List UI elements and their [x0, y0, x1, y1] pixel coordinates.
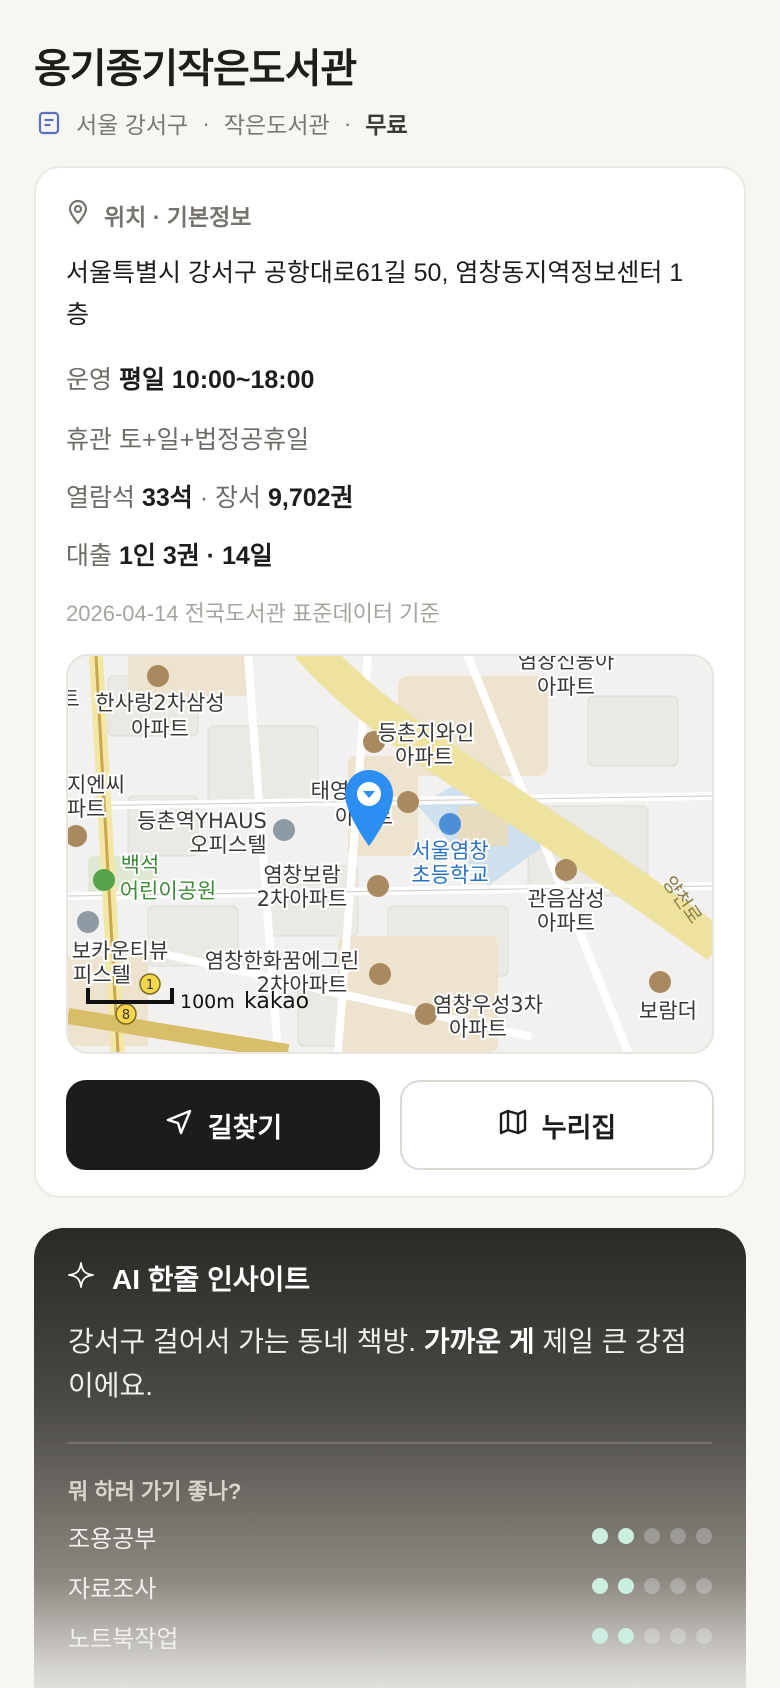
sparkle-icon — [68, 1261, 94, 1295]
map-label: 등촌지와인 — [378, 721, 475, 745]
rating-dot — [592, 1528, 608, 1544]
hours-value: 평일 10:00~18:00 — [118, 366, 315, 394]
map-label: 염창우성3차 — [433, 993, 543, 1017]
map-label: 보카운티뷰 — [72, 939, 169, 963]
map-label: 관음삼성 — [527, 887, 604, 911]
activity-row: 조용공부 — [68, 1518, 712, 1554]
rating-dot — [696, 1628, 712, 1644]
directions-button[interactable]: 길찾기 — [66, 1080, 380, 1170]
closed-label: 휴관 — [66, 426, 113, 454]
map-label: 지엔씨 — [68, 773, 125, 797]
activity-label: 자료조사 — [68, 1575, 157, 1603]
navigation-arrow-icon — [164, 1107, 194, 1144]
map-school-label: 초등학교 — [411, 863, 488, 887]
closed-value: 토+일+법정공휴일 — [118, 426, 310, 454]
map-label: 염창한화꿈에그린 — [205, 949, 360, 973]
map-park-label: 백석 — [121, 853, 160, 877]
website-button[interactable]: 누리집 — [400, 1080, 714, 1170]
activity-rating — [592, 1528, 712, 1544]
info-card: 위치 · 기본정보 서울특별시 강서구 공항대로61길 50, 염창동지역정보센… — [34, 166, 746, 1198]
books-label: 장서 — [215, 484, 262, 512]
loan-row: 대출 1인 3권 · 14일 — [66, 536, 273, 572]
ai-insight-card: AI 한줄 인사이트 강서구 걸어서 가는 동네 책방. 가까운 게 제일 큰 … — [34, 1228, 746, 1688]
map-label: 오피스텔 — [189, 833, 266, 857]
location-map[interactable]: 한사랑2차삼성 아파트 등촌지와인 아파트 염창신동아 아파트 지엔씨 파트 등… — [66, 654, 714, 1054]
map-label: 염창보람 — [263, 863, 340, 887]
location-pin-icon — [66, 199, 90, 231]
directions-label: 길찾기 — [207, 1112, 283, 1143]
address-text: 서울특별시 강서구 공항대로61길 50, 염창동지역정보센터 1층 — [66, 259, 684, 329]
rating-dot — [696, 1578, 712, 1594]
seats-value: 33석 — [141, 484, 193, 512]
activity-label: 조용공부 — [68, 1525, 157, 1553]
map-label: 2차아파트 — [257, 887, 348, 911]
activity-rating — [592, 1628, 712, 1644]
map-label: 아파트 — [449, 1017, 507, 1041]
map-label: 등촌역YHAUS — [137, 809, 267, 833]
rating-dot — [618, 1528, 634, 1544]
ai-text-part: 강서구 걸어서 가는 동네 책방. — [68, 1326, 417, 1357]
map-label: 아파트 — [537, 911, 595, 935]
loan-value: 1인 3권 · 14일 — [118, 542, 273, 570]
map-school-label: 서울염창 — [411, 839, 488, 863]
map-scale: 100m — [180, 991, 235, 1013]
map-label: 한사랑2차삼성 — [95, 691, 224, 715]
ai-text-highlight: 가까운 게 — [423, 1326, 535, 1357]
rating-dot — [644, 1528, 660, 1544]
map-park-label: 어린이공원 — [120, 879, 217, 903]
map-label: 염창신동아 — [518, 656, 615, 673]
map-label: 보람더 — [639, 999, 697, 1023]
website-label: 누리집 — [541, 1112, 617, 1143]
seats-row: 열람석 33석 · 장서 9,702권 — [66, 478, 354, 514]
activity-row: 노트북작업 — [68, 1618, 712, 1654]
separator: · — [199, 484, 209, 512]
rating-dot — [670, 1628, 686, 1644]
map-label: 아파트 — [395, 745, 453, 769]
activity-label: 노트북작업 — [68, 1625, 179, 1653]
document-icon — [36, 110, 62, 136]
ai-insight-header: AI 한줄 인사이트 — [68, 1258, 310, 1298]
ai-insight-text: 강서구 걸어서 가는 동네 책방. 가까운 게 제일 큰 강점이에요. — [68, 1320, 708, 1408]
section-header: 위치 · 기본정보 — [66, 198, 251, 232]
loan-label: 대출 — [66, 542, 113, 570]
rating-dot — [592, 1628, 608, 1644]
rating-dot — [670, 1528, 686, 1544]
map-label: 피스텔 — [73, 963, 131, 987]
rating-dot — [618, 1578, 634, 1594]
map-route-badge: 8 — [122, 1008, 130, 1023]
map-provider: kakao — [244, 989, 309, 1014]
seats-label: 열람석 — [66, 484, 136, 512]
map-icon — [498, 1107, 528, 1144]
map-route-badge: 1 — [146, 978, 154, 993]
rating-dot — [592, 1578, 608, 1594]
hours-row: 운영 평일 10:00~18:00 — [66, 360, 314, 396]
data-source-date: 2026-04-14 전국도서관 표준데이터 기준 — [66, 601, 440, 626]
section-title: 위치 · 기본정보 — [104, 204, 252, 230]
books-value: 9,702권 — [267, 484, 354, 512]
rating-dot — [644, 1578, 660, 1594]
map-label: 아파트 — [131, 717, 189, 741]
map-label: 아파트 — [537, 675, 595, 699]
rating-dot — [670, 1578, 686, 1594]
ai-insight-title: AI 한줄 인사이트 — [112, 1264, 311, 1295]
activity-rating — [592, 1578, 712, 1594]
map-label: 트 — [68, 687, 80, 711]
rating-dot — [696, 1528, 712, 1544]
separator: · — [343, 109, 352, 136]
hours-label: 운영 — [66, 366, 113, 394]
page-title: 옹기종기작은도서관 — [34, 47, 357, 91]
activity-row: 자료조사 — [68, 1568, 712, 1604]
rating-dot — [644, 1628, 660, 1644]
library-type: 작은도서관 — [223, 112, 330, 138]
rating-dot — [618, 1628, 634, 1644]
activity-question: 뭐 하러 가기 좋나? — [68, 1479, 242, 1504]
map-label: 태영 — [311, 779, 350, 803]
divider — [68, 1442, 712, 1444]
map-label: 파트 — [68, 797, 105, 821]
separator: · — [202, 109, 210, 136]
library-meta: 서울 강서구 · 작은도서관 · 무료 — [36, 106, 408, 140]
fee-text: 무료 — [365, 112, 408, 138]
region-text: 서울 강서구 — [76, 112, 189, 138]
closed-row: 휴관 토+일+법정공휴일 — [66, 420, 309, 456]
